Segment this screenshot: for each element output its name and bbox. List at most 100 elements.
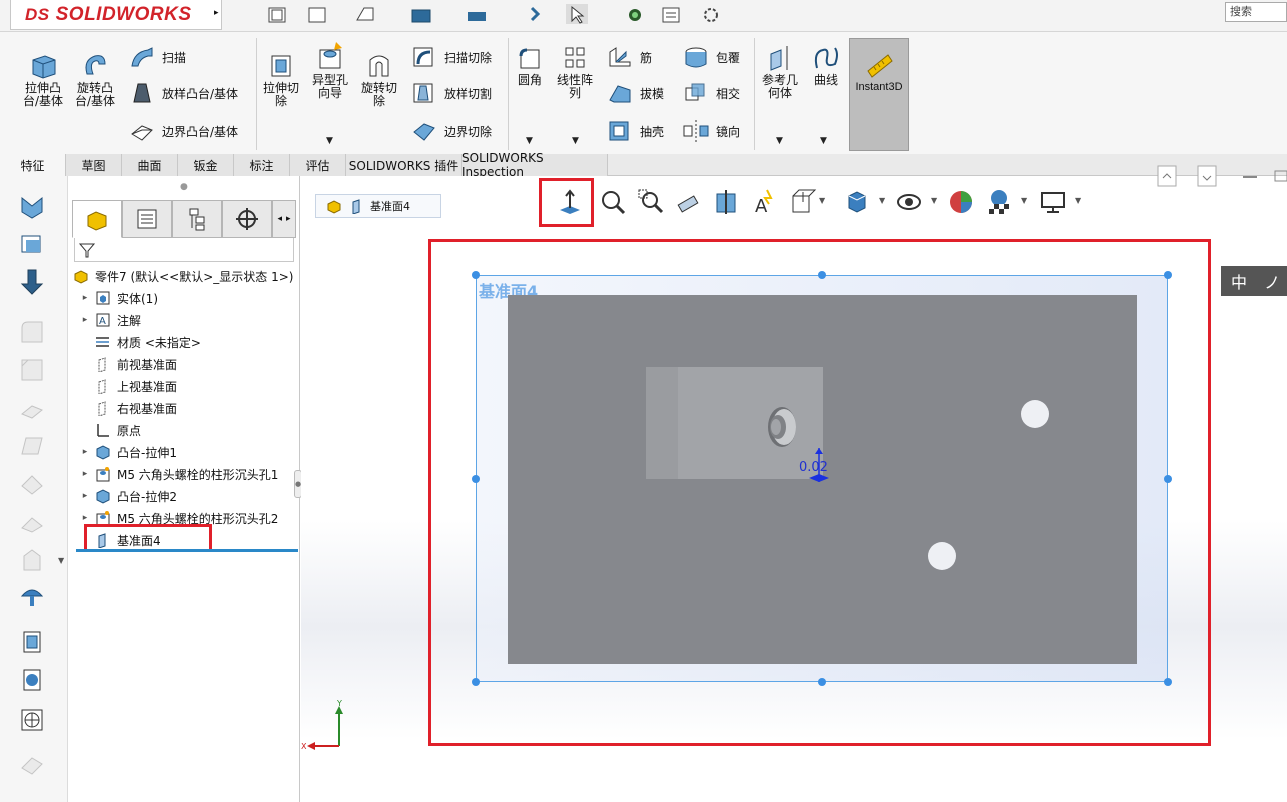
expand-arrow-icon[interactable]: ▸: [80, 315, 90, 325]
tab-markup[interactable]: 标注: [234, 154, 290, 176]
file-properties-icon[interactable]: [660, 4, 682, 24]
apply-scene-dropdown-icon[interactable]: ▼: [1021, 196, 1027, 205]
plane-handle[interactable]: [1164, 271, 1172, 279]
curves-dropdown-icon[interactable]: ▼: [820, 136, 827, 146]
intersect-button[interactable]: 相交: [682, 80, 740, 106]
rib-button[interactable]: 筋: [606, 44, 652, 70]
sweep-cut-button[interactable]: 扫描切除: [410, 44, 492, 70]
fillet-button[interactable]: 圆角: [512, 44, 548, 87]
configuration-manager-tab[interactable]: [172, 200, 222, 238]
shell-button[interactable]: 抽壳: [606, 118, 664, 144]
edit-appearance-icon[interactable]: [947, 188, 975, 216]
hole-wizard-button[interactable]: 异型孔向导: [308, 40, 352, 100]
boundary-boss-button[interactable]: 边界凸台/基体: [128, 118, 238, 144]
apply-scene-icon[interactable]: [985, 188, 1013, 216]
solidworks-logo[interactable]: DS SOLIDWORKS: [10, 0, 222, 30]
graphics-area[interactable]: 基准面4 A ▼ ▼ ▼ ▼ ▼ 基准面4 0.02 中 ノ Y X: [301, 165, 1287, 802]
plane-handle[interactable]: [472, 475, 480, 483]
tab-sheet-metal[interactable]: 钣金: [178, 154, 234, 176]
expand-arrow-icon[interactable]: ▸: [80, 513, 90, 523]
zoom-to-area-icon[interactable]: [637, 188, 665, 216]
tree-node-annotations[interactable]: ▸ A 注解: [80, 309, 141, 331]
breadcrumb[interactable]: 基准面4: [315, 194, 441, 218]
dimxpert-manager-tab[interactable]: [222, 200, 272, 238]
extrude-cut-button[interactable]: 拉伸切除: [260, 50, 302, 108]
reference-geometry-button[interactable]: 参考几何体: [758, 44, 802, 100]
print-icon[interactable]: [410, 4, 432, 24]
reference-geometry-dropdown-icon[interactable]: ▼: [776, 136, 783, 146]
display-style-icon[interactable]: [843, 188, 871, 216]
view-settings-icon[interactable]: [1039, 188, 1067, 216]
loft-boss-button[interactable]: 放样凸台/基体: [128, 80, 238, 106]
plane-handle[interactable]: [1164, 678, 1172, 686]
tab-scroll-right-icon[interactable]: ▸: [286, 214, 291, 224]
tab-scroll-left-icon[interactable]: ◂: [277, 214, 282, 224]
tab-solidworks-inspection[interactable]: SOLIDWORKS Inspection: [462, 151, 608, 179]
isometric-view-icon[interactable]: [18, 628, 46, 656]
extruded-cut-icon[interactable]: [18, 268, 46, 296]
save-icon[interactable]: [354, 4, 376, 24]
property-manager-tab[interactable]: [122, 200, 172, 238]
options-gear-icon[interactable]: [700, 4, 722, 24]
search-input[interactable]: 搜索: [1225, 2, 1287, 22]
boundary-cut-button[interactable]: 边界切除: [410, 118, 492, 144]
dynamic-annotation-icon[interactable]: A: [751, 188, 779, 216]
ime-language-badge[interactable]: 中 ノ: [1221, 266, 1287, 296]
view-orientation-dropdown-icon[interactable]: ▼: [819, 196, 825, 205]
zoom-to-fit-icon[interactable]: [599, 188, 627, 216]
loft-cut-button[interactable]: 放样切割: [410, 80, 492, 106]
tree-node-top-plane[interactable]: 上视基准面: [94, 375, 177, 397]
tree-node-material[interactable]: 材质 <未指定>: [94, 331, 201, 353]
tree-node-hole1[interactable]: ▸ M5 六角头螺栓的柱形沉头孔1: [80, 463, 278, 485]
restore-up-icon[interactable]: [1157, 164, 1177, 188]
previous-view-icon[interactable]: [675, 188, 703, 216]
revolve-cut-button[interactable]: 旋转切除: [358, 50, 400, 108]
counterbore-hole[interactable]: [754, 403, 804, 451]
linear-pattern-button[interactable]: 线性阵列: [554, 44, 596, 100]
expand-arrow-icon[interactable]: ▸: [80, 491, 90, 501]
draft-button[interactable]: 拔模: [606, 80, 664, 106]
plane-handle[interactable]: [472, 678, 480, 686]
boss-extrude-face[interactable]: [646, 367, 823, 479]
maximize-icon[interactable]: [1271, 170, 1287, 184]
planar-surface-icon[interactable]: [18, 230, 46, 258]
plane-handle[interactable]: [1164, 475, 1172, 483]
view-settings-dropdown-icon[interactable]: ▼: [1075, 196, 1081, 205]
fillet-dropdown-icon[interactable]: ▼: [526, 136, 533, 146]
tab-evaluate[interactable]: 评估: [290, 154, 346, 176]
tree-node-front-plane[interactable]: 前视基准面: [94, 353, 177, 375]
tree-node-boss-extrude1[interactable]: ▸ 凸台-拉伸1: [80, 441, 177, 463]
dimension-value[interactable]: 0.02: [799, 460, 828, 475]
instant3d-button[interactable]: Instant3D: [849, 38, 909, 151]
tab-features[interactable]: 特征: [0, 154, 66, 176]
tree-node-solid-bodies[interactable]: ▸ 实体(1): [80, 287, 158, 309]
tree-node-origin[interactable]: 原点: [94, 419, 141, 441]
plane-handle[interactable]: [818, 271, 826, 279]
wrap-button[interactable]: 包覆: [682, 44, 740, 70]
section-view-icon[interactable]: [18, 706, 46, 734]
through-hole[interactable]: [1021, 400, 1049, 428]
section-view-icon[interactable]: [713, 188, 741, 216]
expand-arrow-icon[interactable]: ▸: [80, 447, 90, 457]
rollback-bar[interactable]: [76, 549, 298, 552]
display-style-icon[interactable]: [18, 666, 46, 694]
mirror-button[interactable]: 镜向: [682, 118, 740, 144]
tab-surfaces[interactable]: 曲面: [122, 154, 178, 176]
feature-manager-tab[interactable]: [72, 200, 122, 238]
plane-handle[interactable]: [818, 678, 826, 686]
sweep-button[interactable]: 扫描: [128, 44, 186, 70]
redo-icon[interactable]: [524, 4, 546, 24]
hole-wizard-dropdown-icon[interactable]: ▼: [326, 136, 333, 146]
rebuild-icon[interactable]: [624, 4, 646, 24]
tree-node-right-plane[interactable]: 右视基准面: [94, 397, 177, 419]
display-manager-tab[interactable]: ◂ ▸: [272, 200, 296, 238]
hide-show-dropdown-icon[interactable]: ▼: [931, 196, 937, 205]
select-pointer-icon[interactable]: [566, 4, 588, 24]
expand-arrow-icon[interactable]: ▸: [80, 469, 90, 479]
tab-sketch[interactable]: 草图: [66, 154, 122, 176]
tab-solidworks-addins[interactable]: SOLIDWORKS 插件: [346, 154, 462, 176]
logo-menu-arrow-icon[interactable]: ▸: [214, 8, 219, 18]
expand-arrow-icon[interactable]: ▸: [80, 293, 90, 303]
restore-down-icon[interactable]: [1197, 164, 1217, 188]
filter-funnel-icon[interactable]: [78, 241, 96, 259]
